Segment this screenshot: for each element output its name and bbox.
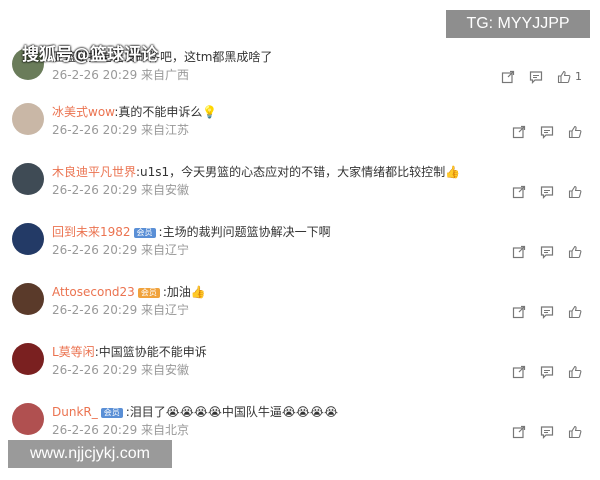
avatar[interactable] — [12, 343, 44, 375]
share-icon[interactable] — [512, 424, 526, 439]
share-icon[interactable] — [501, 69, 515, 84]
watermark-source: 搜狐号@篮球评论 — [22, 45, 158, 65]
commenter-name[interactable]: 木良迪平凡世界 — [52, 165, 136, 179]
share-icon[interactable] — [512, 364, 526, 379]
like-icon[interactable] — [557, 69, 571, 84]
watermark-tag: TG: MYYJJPP — [446, 10, 590, 38]
share-icon[interactable] — [512, 304, 526, 319]
comment-item: 冰美式wow:真的不能申诉么💡 26-2-26 20:29 来自江苏 — [0, 95, 600, 155]
comment-actions — [512, 183, 582, 199]
comment-actions — [512, 423, 582, 439]
comment-meta: 26-2-26 20:29 来自辽宁 — [52, 243, 190, 257]
comment-icon[interactable] — [540, 424, 554, 439]
comment-item: 木良迪平凡世界:u1s1，今天男篮的心态应对的不错，大家情绪都比较控制👍 26-2… — [0, 155, 600, 215]
avatar[interactable] — [12, 163, 44, 195]
comment-item: Attosecond23 会员:加油👍 26-2-26 20:29 来自辽宁 — [0, 275, 600, 335]
like-icon[interactable] — [568, 364, 582, 379]
share-icon[interactable] — [512, 244, 526, 259]
comment-icon[interactable] — [540, 304, 554, 319]
comment-line: 冰美式wow:真的不能申诉么💡 — [52, 103, 520, 121]
comment-item: L莫等闲:中国篮协能不能申诉 26-2-26 20:29 来自安徽 — [0, 335, 600, 395]
comment-meta: 26-2-26 20:29 来自江苏 — [52, 123, 190, 137]
share-icon[interactable] — [512, 124, 526, 139]
comment-text: :主场的裁判问题篮协解决一下啊 — [158, 225, 331, 239]
comment-line: Attosecond23 会员:加油👍 — [52, 283, 520, 301]
comment-text: :u1s1，今天男篮的心态应对的不错，大家情绪都比较控制👍 — [136, 165, 461, 179]
commenter-name[interactable]: 回到未来1982 — [52, 225, 131, 239]
avatar[interactable] — [12, 403, 44, 435]
comment-line: L莫等闲:中国篮协能不能申诉 — [52, 343, 520, 361]
comment-line: 木良迪平凡世界:u1s1，今天男篮的心态应对的不错，大家情绪都比较控制👍 — [52, 163, 520, 181]
comment-meta: 26-2-26 20:29 来自安徽 — [52, 183, 190, 197]
comment-text: :加油👍 — [162, 285, 206, 299]
commenter-name[interactable]: Attosecond23 — [52, 285, 135, 299]
comment-text: :泪目了😭😭😭😭中国队牛逼😭😭😭😭 — [125, 405, 338, 419]
like-icon[interactable] — [568, 124, 582, 139]
comment-actions — [512, 123, 582, 139]
comment-actions — [512, 243, 582, 259]
comment-actions — [512, 303, 582, 319]
comment-actions — [512, 363, 582, 379]
comment-line: DunkR_ 会员:泪目了😭😭😭😭中国队牛逼😭😭😭😭 — [52, 403, 520, 421]
comment-icon[interactable] — [540, 244, 554, 259]
comment-actions: 1 — [501, 68, 582, 84]
comment-icon[interactable] — [540, 364, 554, 379]
comment-icon[interactable] — [540, 124, 554, 139]
comment-meta: 26-2-26 20:29 来自安徽 — [52, 363, 190, 377]
member-badge: 会员 — [133, 227, 156, 238]
like-icon[interactable] — [568, 244, 582, 259]
comment-icon[interactable] — [540, 184, 554, 199]
share-icon[interactable] — [512, 184, 526, 199]
comment-text: :中国篮协能不能申诉 — [94, 345, 207, 359]
comment-item: 回到未来1982 会员:主场的裁判问题篮协解决一下啊 26-2-26 20:29 来… — [0, 215, 600, 275]
comment-text: :真的不能申诉么💡 — [114, 105, 218, 119]
like-icon[interactable] — [568, 304, 582, 319]
commenter-name[interactable]: L莫等闲 — [52, 345, 95, 359]
like-icon[interactable] — [568, 424, 582, 439]
comment-meta: 26-2-26 20:29 来自北京 — [52, 423, 190, 437]
member-badge: 会员 — [100, 407, 123, 418]
comment-meta: 26-2-26 20:29 来自辽宁 — [52, 303, 190, 317]
avatar[interactable] — [12, 283, 44, 315]
like-count: 1 — [575, 69, 582, 83]
comment-meta: 26-2-26 20:29 来自广西 — [52, 68, 190, 82]
comment-line: 回到未来1982 会员:主场的裁判问题篮协解决一下啊 — [52, 223, 520, 241]
avatar[interactable] — [12, 103, 44, 135]
commenter-name[interactable]: DunkR_ — [52, 405, 98, 419]
like-icon[interactable] — [568, 184, 582, 199]
commenter-name[interactable]: 冰美式wow — [52, 105, 114, 119]
watermark-url: www.njjcjykj.com — [8, 440, 172, 468]
member-badge: 会员 — [137, 287, 160, 298]
avatar[interactable] — [12, 223, 44, 255]
comment-icon[interactable] — [529, 69, 543, 84]
